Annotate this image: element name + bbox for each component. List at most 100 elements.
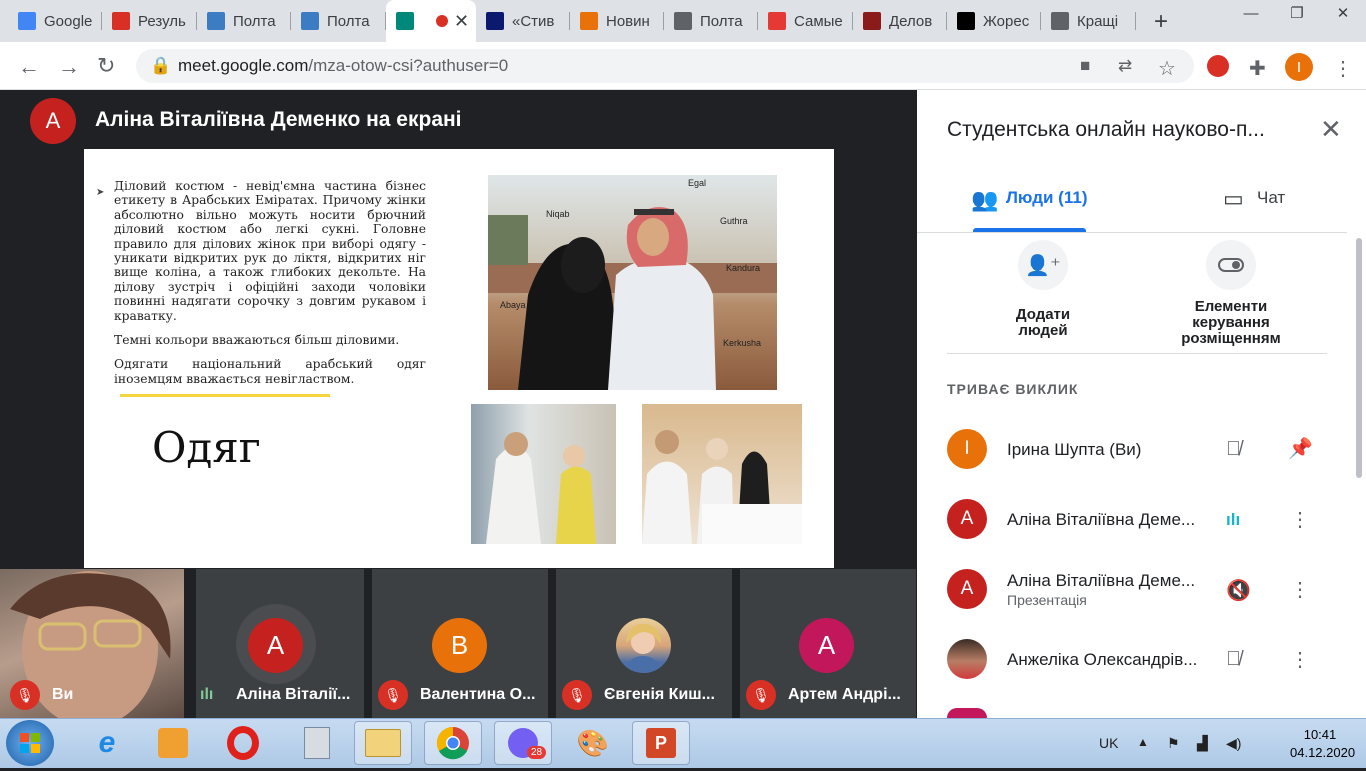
extensions-icon[interactable]: ✚ <box>1249 56 1266 81</box>
person-add-icon: 👤⁺ <box>1025 254 1061 277</box>
browser-tab[interactable]: Резуль <box>102 0 197 42</box>
forbes-icon <box>486 12 504 30</box>
google-icon <box>18 12 36 30</box>
chat-icon: ▭ <box>1223 186 1244 211</box>
adblock-icon[interactable] <box>1207 55 1229 77</box>
clock-time: 10:41 <box>1303 727 1337 742</box>
person-subtitle: Презентація <box>1007 592 1087 608</box>
audio-level-icon: ılı <box>200 686 214 703</box>
close-panel-button[interactable]: ✕ <box>1320 114 1342 145</box>
mic-off-icon: 🎙 <box>562 680 592 710</box>
presenter-avatar: A <box>30 98 76 144</box>
tab-title: Google <box>44 12 93 30</box>
pin-icon[interactable]: 📌 <box>1288 436 1313 461</box>
back-button[interactable]: ← <box>18 54 40 80</box>
reload-button[interactable]: ↻ <box>97 53 115 79</box>
arab-costume-photo: Egal Niqab Guthra Kandura Abaya Kerkusha <box>488 175 777 390</box>
star-icon[interactable]: ☆ <box>1158 56 1176 81</box>
close-tab-button[interactable]: ✕ <box>454 11 469 32</box>
browser-tab[interactable]: Новин <box>570 0 664 42</box>
powerpoint-icon[interactable]: P <box>632 721 690 765</box>
flag-icon[interactable]: ⚑ <box>1167 735 1180 752</box>
calculator-icon[interactable] <box>288 721 346 765</box>
wikipedia-icon <box>957 12 975 30</box>
slide-paragraph: Темні кольори вважаються більш діловими. <box>114 333 400 348</box>
network-icon[interactable]: ▟ <box>1197 735 1208 752</box>
person-avatar: A <box>947 569 987 609</box>
browser-tab[interactable]: Самые <box>758 0 853 42</box>
person-photo <box>947 639 987 679</box>
tab-title: Полта <box>233 12 276 30</box>
minimize-button[interactable]: — <box>1228 0 1274 26</box>
browser-tab[interactable]: Полта <box>664 0 758 42</box>
profile-avatar[interactable]: I <box>1285 53 1313 81</box>
tray-expand-icon[interactable]: ▲ <box>1137 735 1149 749</box>
tab-chat[interactable]: Чат <box>1257 188 1285 208</box>
book-icon <box>863 12 881 30</box>
browser-tab[interactable]: Google <box>8 0 102 42</box>
meeting-photo <box>471 404 616 544</box>
participant-photo <box>616 618 671 673</box>
photo-label: Guthra <box>720 216 748 226</box>
person-avatar: I <box>947 429 987 469</box>
restore-button[interactable]: ❐ <box>1274 0 1320 26</box>
url-text[interactable]: meet.google.com/mza-otow-csi?authuser=0 <box>178 56 508 76</box>
chrome-icon[interactable] <box>424 721 482 765</box>
clock[interactable]: 10:41 04.12.2020 <box>1290 726 1355 762</box>
camera-icon[interactable]: ■ <box>1080 56 1090 76</box>
viber-icon[interactable]: 28 <box>494 721 552 765</box>
start-button[interactable] <box>6 720 54 766</box>
section-heading: ТРИВАЄ ВИКЛИК <box>947 381 1079 397</box>
photo-label: Niqab <box>546 209 570 219</box>
bullet-icon: ➤ <box>96 187 105 198</box>
layout-controls-button[interactable] <box>1206 240 1256 290</box>
photo-label: Egal <box>688 178 707 188</box>
browser-tab[interactable]: Делов <box>853 0 947 42</box>
browser-tab[interactable]: Кращі <box>1041 0 1136 42</box>
menu-icon[interactable]: ⋮ <box>1333 56 1353 81</box>
close-window-button[interactable]: ✕ <box>1320 0 1366 26</box>
more-options-icon[interactable]: ⋮ <box>1290 507 1310 532</box>
tab-title: «Стив <box>512 12 555 30</box>
explorer-icon[interactable] <box>354 721 412 765</box>
participant-name: Євгенія Киш... <box>604 686 715 703</box>
add-people-button[interactable]: 👤⁺ <box>1018 240 1068 290</box>
browser-tab[interactable]: ✕ <box>386 0 476 42</box>
shared-slide: ➤ Діловий костюм - невід'ємна частина бі… <box>84 149 834 569</box>
tab-people[interactable]: Люди (11) <box>1006 188 1087 208</box>
site-4-icon <box>301 12 319 30</box>
mic-off-icon: 🎙 <box>10 680 40 710</box>
paint-icon[interactable]: 🎨 <box>564 721 622 765</box>
tab-title: Делов <box>889 12 933 30</box>
volume-icon[interactable]: ◀) <box>1226 735 1241 752</box>
ie-icon[interactable]: e <box>78 721 136 765</box>
browser-tab[interactable]: «Стив <box>476 0 570 42</box>
lock-icon[interactable]: 🔒 <box>150 56 171 76</box>
volume-off-icon: 🔇 <box>1226 580 1251 602</box>
more-options-icon[interactable]: ⋮ <box>1290 577 1310 602</box>
slide-heading: Одяг <box>152 423 261 472</box>
browser-tab[interactable]: Жорес <box>947 0 1041 42</box>
more-options-icon[interactable]: ⋮ <box>1290 647 1310 672</box>
mic-off-icon: 🎙̸ <box>1226 438 1241 460</box>
browser-tab[interactable]: Полта <box>291 0 386 42</box>
scrollbar[interactable] <box>1356 238 1362 478</box>
browser-tab[interactable]: Полта <box>197 0 291 42</box>
notification-badge: 28 <box>527 746 547 759</box>
forward-button[interactable]: → <box>58 54 80 80</box>
tab-title: Кращі <box>1077 12 1119 30</box>
participant-name: Валентина О... <box>420 686 536 703</box>
language-indicator[interactable]: UK <box>1099 735 1118 751</box>
translate-icon[interactable]: ⇄ <box>1118 56 1132 76</box>
participant-name: Ви <box>52 686 74 703</box>
person-name: Аліна Віталіївна Деме... <box>1007 571 1196 590</box>
participant-name: Артем Андрі... <box>788 686 901 703</box>
participant-avatar: A <box>248 618 303 673</box>
new-tab-button[interactable]: + <box>1154 8 1168 36</box>
media-player-icon[interactable] <box>144 721 202 765</box>
participant-avatar: A <box>799 618 854 673</box>
yellow-underline <box>120 394 330 397</box>
participant-avatar: B <box>432 618 487 673</box>
globe-icon <box>674 12 692 30</box>
opera-icon[interactable] <box>214 721 272 765</box>
